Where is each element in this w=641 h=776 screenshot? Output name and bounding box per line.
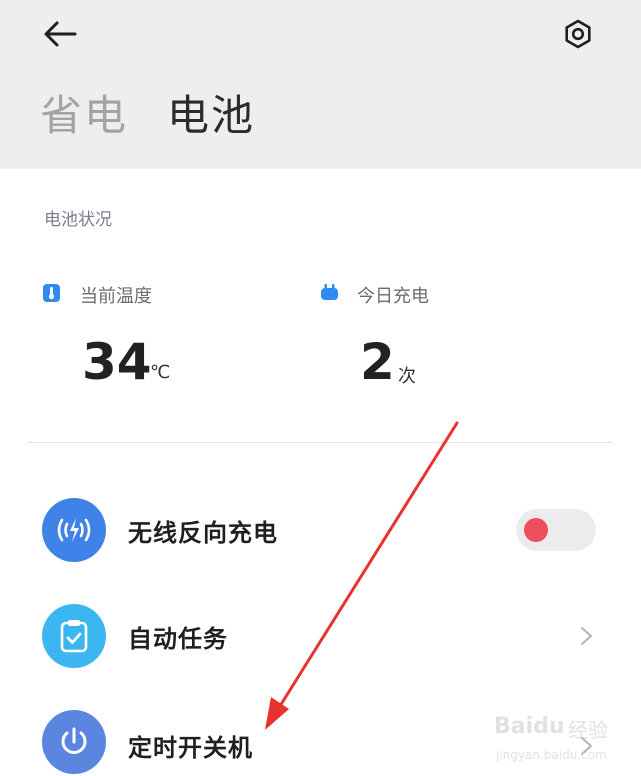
current-temperature-label: 当前温度 [80, 286, 152, 307]
scheduled-power-label: 定时开关机 [128, 734, 253, 762]
tab-power-saving[interactable]: 省电 [40, 86, 128, 146]
chevron-right-icon [581, 627, 592, 645]
back-button[interactable] [38, 14, 82, 54]
temperature-unit: ℃ [150, 362, 171, 383]
auto-tasks-label: 自动任务 [128, 625, 228, 653]
divider [28, 442, 612, 443]
watermark-url: jingyan.baidu.com [496, 748, 607, 762]
clipboard-check-icon [42, 604, 106, 668]
settings-button[interactable] [556, 12, 600, 56]
current-temperature-value: 34 [82, 333, 152, 391]
thermometer-icon [43, 284, 60, 302]
wireless-reverse-charging-toggle[interactable] [516, 509, 596, 551]
toggle-knob [524, 518, 548, 542]
watermark-brand-cn: 经验 [568, 718, 608, 742]
charges-unit: 次 [398, 366, 416, 387]
plug-icon [321, 284, 338, 300]
power-icon [42, 710, 106, 774]
arrow-left-icon [44, 21, 77, 47]
header: 省电 电池 [0, 0, 641, 169]
today-charges-value: 2 [360, 333, 395, 391]
watermark-brand: Baidu [494, 714, 565, 739]
today-charges-label: 今日充电 [357, 286, 429, 307]
baidu-watermark: Baidu 经验 jingyan.baidu.com [494, 708, 634, 774]
wireless-charging-icon [42, 498, 106, 562]
wireless-reverse-charging-label: 无线反向充电 [128, 519, 278, 547]
tab-battery[interactable]: 电池 [167, 86, 255, 146]
battery-status-title: 电池状况 [44, 210, 112, 230]
gear-icon [565, 19, 591, 49]
